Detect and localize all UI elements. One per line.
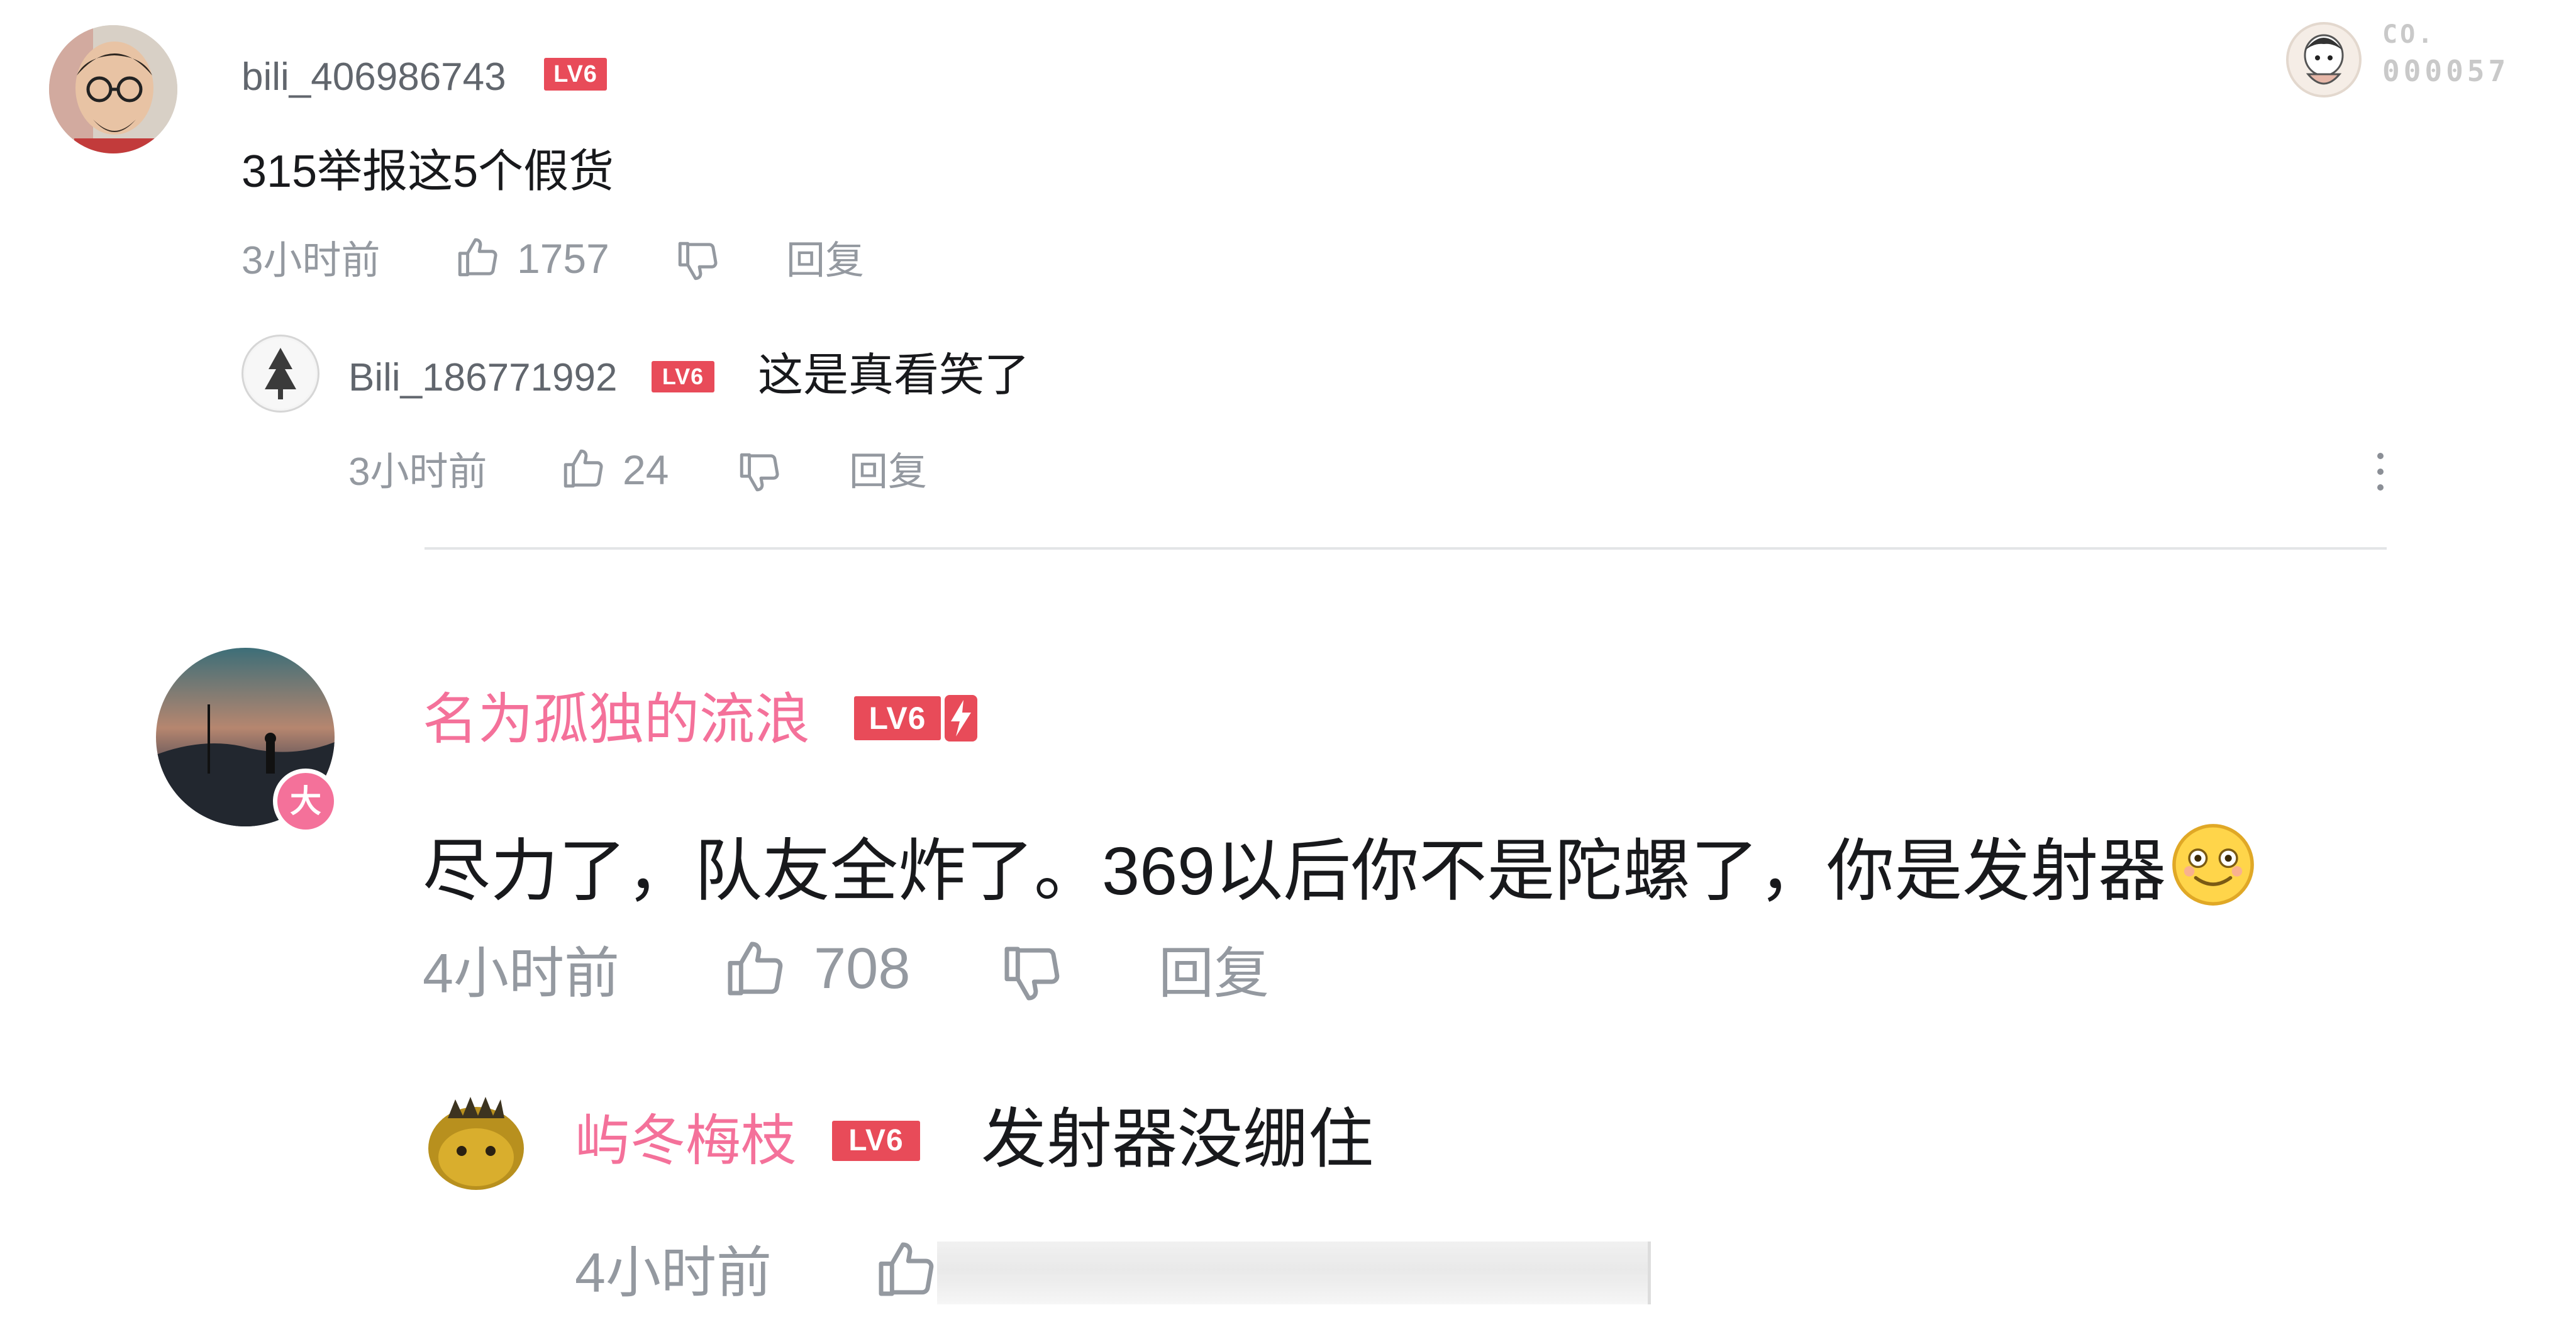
level-badge: LV6: [854, 696, 941, 740]
timestamp: 3小时前: [242, 239, 380, 282]
timestamp: 4小时前: [423, 942, 619, 1004]
username[interactable]: bili_406986743: [242, 58, 506, 97]
username[interactable]: Bili_186771992: [348, 358, 618, 397]
thumbs-up-icon[interactable]: [454, 234, 501, 281]
username[interactable]: 名为孤独的流浪: [423, 692, 810, 747]
timestamp: 4小时前: [575, 1241, 772, 1304]
more-options-icon[interactable]: [2374, 453, 2387, 491]
mascot-icon: [2286, 22, 2362, 97]
badge-line-2: 000057: [2382, 54, 2510, 88]
vip-badge-label: 大: [290, 784, 321, 819]
like-count: 24: [623, 447, 669, 493]
comment-text: 尽力了，队友全炸了。369以后你不是陀螺了，你是发射器: [423, 821, 2257, 908]
like-count: 1757: [517, 235, 609, 282]
badge-line-1: CO.: [2382, 20, 2436, 49]
like-count: 708: [814, 936, 911, 1001]
reply-button[interactable]: 回复: [786, 242, 864, 281]
reply-button[interactable]: 回复: [849, 453, 927, 492]
timestamp: 3小时前: [348, 450, 487, 494]
thumbs-down-icon[interactable]: [999, 941, 1064, 1006]
comment-text: 315举报这5个假货: [242, 147, 614, 197]
level-badge: LV6: [544, 58, 607, 91]
smiling-emoji-icon: [2172, 824, 2255, 906]
thumbs-down-icon[interactable]: [736, 449, 782, 496]
reply-button[interactable]: 回复: [1158, 946, 1269, 1001]
divider: [425, 547, 2387, 550]
vip-avatar-badge: 大: [273, 769, 338, 834]
thumbs-up-icon[interactable]: [560, 445, 606, 492]
blurred-overlay: [937, 1241, 1651, 1304]
username[interactable]: 屿冬梅枝: [575, 1113, 796, 1169]
lightning-icon: [945, 695, 977, 742]
thumbs-up-icon[interactable]: [873, 1236, 938, 1302]
fan-badge: CO. 000057: [2283, 19, 2534, 101]
level-badge: LV6: [832, 1121, 920, 1161]
thumbs-down-icon[interactable]: [674, 238, 721, 284]
comment-text-body: 尽力了，队友全炸了。369以后你不是陀螺了，你是发射器: [423, 833, 2167, 909]
level-badge: LV6: [652, 361, 714, 392]
reply-text: 这是真看笑了: [758, 350, 1030, 401]
avatar[interactable]: [424, 1088, 528, 1192]
avatar[interactable]: [49, 25, 177, 153]
reply-text: 发射器没绷住: [981, 1103, 1374, 1176]
thumbs-up-icon[interactable]: [722, 936, 787, 1001]
avatar[interactable]: [242, 335, 319, 413]
